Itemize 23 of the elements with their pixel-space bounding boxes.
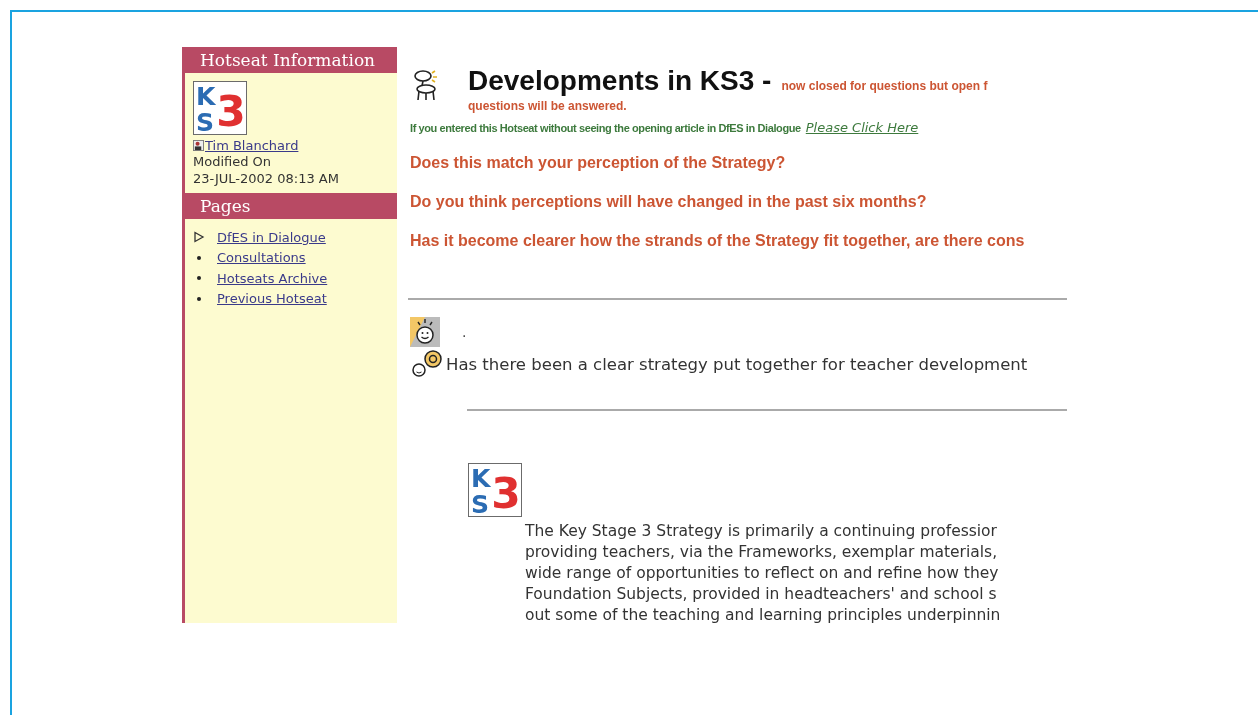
modified-date: 23-JUL-2002 08:13 AM (193, 170, 340, 187)
question-text: Has it become clearer how the strands of the Strategy fit together, are there cons (410, 231, 1026, 251)
section-header: Hotseat Information (185, 47, 397, 73)
page-title: Developments in KS3 - (468, 67, 772, 95)
subtitle: questions will be answered. (468, 99, 627, 113)
page-link[interactable]: Hotseats Archive (217, 270, 328, 286)
question-icon (410, 349, 444, 379)
article-paragraph: The Key Stage 3 Strategy is primarily a continuing professior providing teachers, via the Frameworks, exemplar materials, wide range of opportunities to reflect on and refine how they Foundation Subjects, provided in headteachers' and school s out some of the teaching and learning principles underpinnin (525, 521, 1002, 623)
modified-label: Modified On (193, 153, 273, 170)
question-text: Has there been a clear strategy put together for teacher development (446, 354, 1028, 374)
page-link[interactable]: Consultations (217, 250, 306, 266)
page-link[interactable]: Previous Hotseat (217, 291, 327, 307)
subtitle: now closed for questions but open f (781, 79, 988, 93)
user-icon (193, 140, 204, 151)
author-link[interactable]: Tim Blanchard (205, 138, 299, 153)
smiley-icon (410, 317, 440, 347)
click-here-link[interactable]: Please Click Here (805, 120, 919, 135)
question-text: Do you think perceptions will have changed in the past six months? (410, 192, 928, 212)
section-header: Pages (185, 193, 397, 219)
answer-text: . (462, 324, 467, 340)
question-text: Does this match your perception of the Strategy? (410, 153, 787, 173)
notice-text: If you entered this Hotseat without seeing the opening article in DfES in Dialogue (410, 122, 801, 134)
page-link[interactable]: DfES in Dialogue (217, 229, 326, 245)
